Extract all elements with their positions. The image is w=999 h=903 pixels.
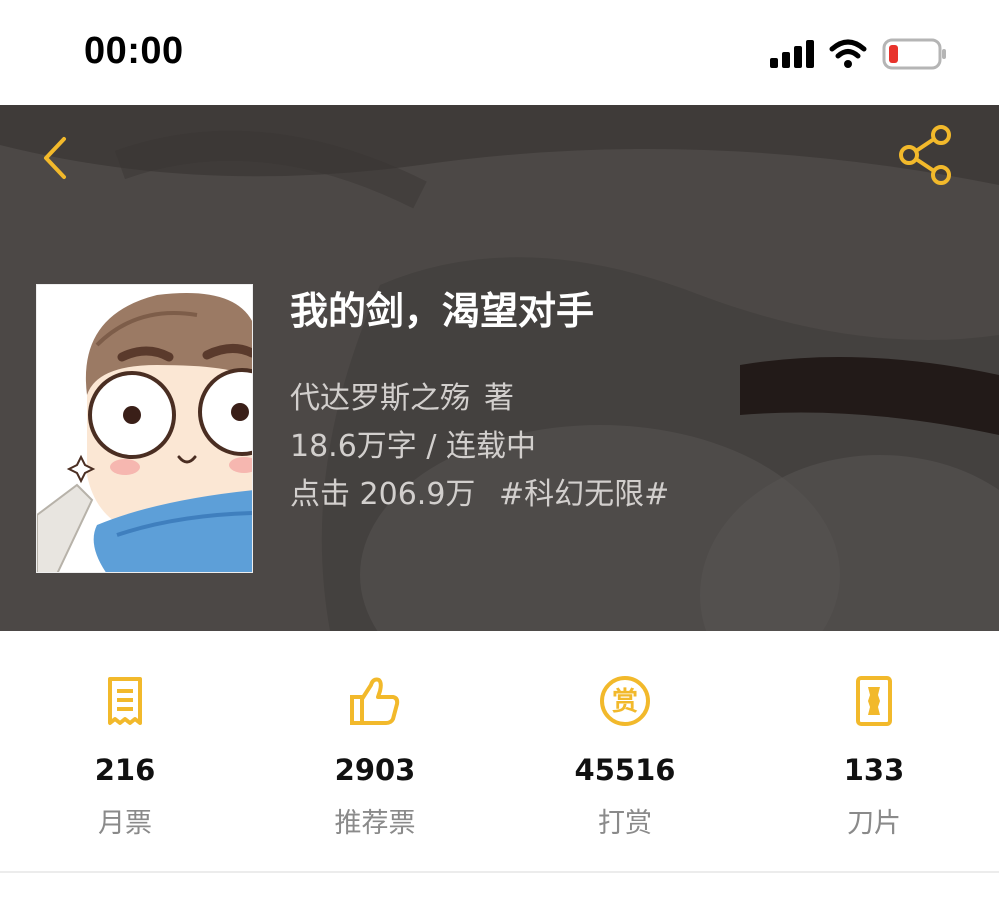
author-suffix: 著 <box>484 381 514 416</box>
clicks-value: 206.9万 <box>359 477 476 512</box>
stat-value: 2903 <box>334 753 416 787</box>
stats-row: 216 月票 2903 推荐票 赏 45516 打赏 133 刀片 <box>0 631 999 871</box>
author-name[interactable]: 代达罗斯之殇 <box>290 381 470 416</box>
book-stats-line: 18.6万字 / 连载中 <box>290 423 979 471</box>
stat-label: 刀片 <box>847 808 901 839</box>
svg-text:赏: 赏 <box>612 687 638 717</box>
serial-status: 连载中 <box>446 429 536 464</box>
word-count: 18.6万字 <box>290 429 417 464</box>
book-info: 我的剑，渴望对手 代达罗斯之殇著 18.6万字 / 连载中 点击 206.9万 … <box>290 285 979 519</box>
stat-value: 216 <box>94 753 156 787</box>
book-cover[interactable] <box>36 284 253 573</box>
status-bar: 00:00 <box>0 0 999 105</box>
status-time: 00:00 <box>84 30 184 72</box>
stat-blade[interactable]: 133 刀片 <box>749 631 999 871</box>
stat-label: 推荐票 <box>334 808 416 839</box>
author-line[interactable]: 代达罗斯之殇著 <box>290 375 979 423</box>
section-divider <box>0 871 999 873</box>
share-button[interactable] <box>895 123 959 187</box>
stat-label: 月票 <box>98 808 152 839</box>
cellular-signal-icon <box>770 40 816 68</box>
stat-recommend-ticket[interactable]: 2903 推荐票 <box>250 631 500 871</box>
stat-value: 45516 <box>574 753 676 787</box>
blade-card-icon <box>856 676 892 726</box>
stat-label: 打赏 <box>598 808 652 839</box>
book-header: 我的剑，渴望对手 代达罗斯之殇著 18.6万字 / 连载中 点击 206.9万 … <box>0 105 999 631</box>
stat-reward[interactable]: 赏 45516 打赏 <box>500 631 750 871</box>
wifi-icon <box>829 39 867 68</box>
meta-separator: / <box>426 429 437 464</box>
clicks-label: 点击 <box>290 477 350 512</box>
genre-tag[interactable]: #科幻无限# <box>499 477 669 512</box>
monthly-ticket-icon <box>108 677 142 725</box>
cover-illustration <box>37 285 252 572</box>
stat-value: 133 <box>843 753 905 787</box>
stat-monthly-ticket[interactable]: 216 月票 <box>0 631 250 871</box>
clicks-line: 点击 206.9万 #科幻无限# <box>290 471 979 519</box>
back-button[interactable] <box>34 135 80 181</box>
book-title: 我的剑，渴望对手 <box>290 289 595 333</box>
thumbs-up-icon <box>350 677 400 725</box>
reward-coin-icon: 赏 <box>600 676 650 726</box>
battery-icon <box>882 38 946 70</box>
